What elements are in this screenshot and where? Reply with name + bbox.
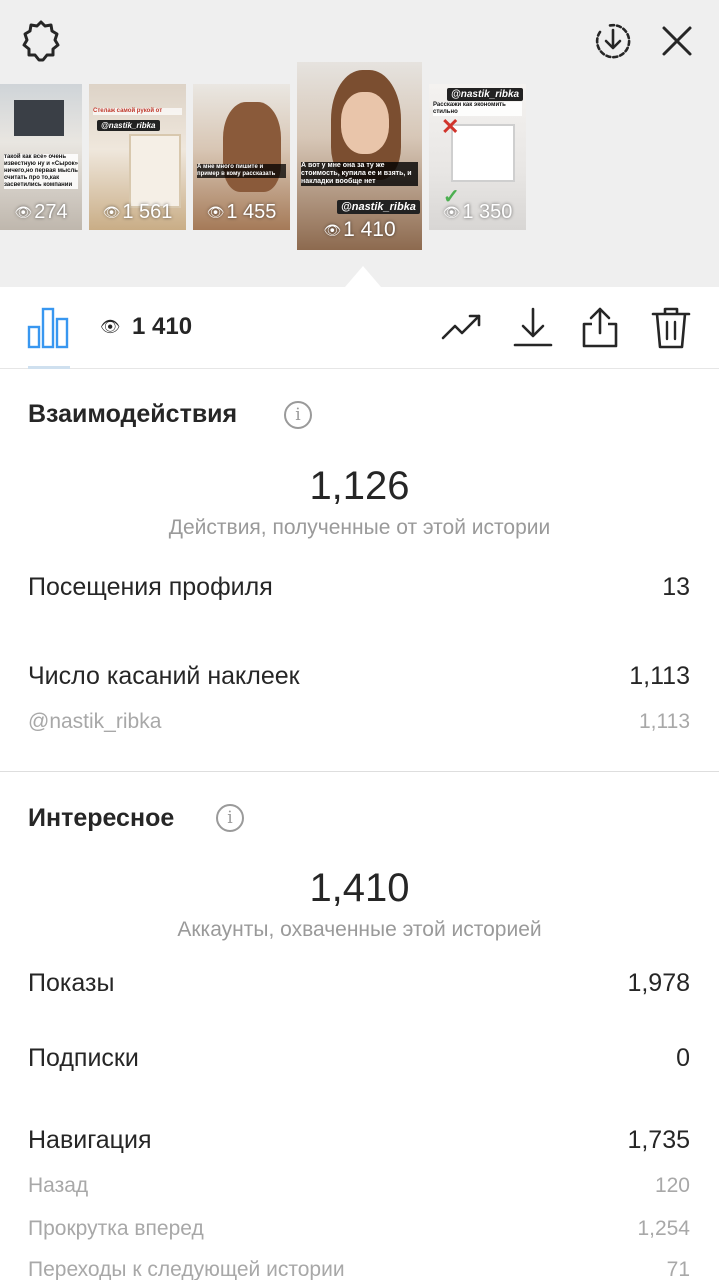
profile-visits-value: 13	[662, 573, 690, 601]
story-views-count: 1 410	[343, 218, 396, 241]
sticker-taps-label: Число касаний наклеек	[28, 662, 300, 690]
impressions-value: 1,978	[627, 969, 690, 997]
trash-icon[interactable]	[649, 305, 693, 349]
save-story-button[interactable]	[588, 16, 638, 66]
mention-tag: @nastik_ribka	[337, 200, 420, 214]
story-views-count: 1 455	[226, 201, 277, 223]
trend-icon[interactable]	[440, 305, 484, 349]
reach-total: 1,410	[309, 866, 410, 910]
reach-label: Аккаунты, охваченные этой историей	[177, 918, 542, 941]
eye-icon: 👁	[442, 204, 461, 220]
story-thumbnails: такой как все» очень известную ну и «Сыр…	[0, 62, 719, 252]
gear-icon	[22, 20, 60, 62]
navigation-label: Навигация	[28, 1126, 152, 1154]
story-caption: такой как все» очень известную ну и «Сыр…	[4, 154, 79, 189]
story-caption: А мне много пишите и пример в кому расск…	[197, 164, 286, 178]
eye-icon: 👁	[100, 319, 121, 336]
mention-tag: @nastik_ribka	[97, 120, 160, 131]
discovery-title: Интересное	[28, 804, 175, 832]
story-views: 👁 1 410	[297, 218, 422, 242]
eye-icon: 👁	[323, 221, 342, 238]
story-strip: такой как все» очень известную ну и «Сыр…	[0, 0, 719, 287]
story-views-count: 1 561	[122, 201, 173, 223]
story-views-count: 1 350	[462, 201, 513, 223]
share-icon[interactable]	[578, 305, 622, 349]
next-story-label: Переходы к следующей истории	[28, 1258, 345, 1280]
eye-icon: 👁	[206, 204, 225, 220]
story-thumbnail[interactable]: Стелаж самой рукой от @nastik_ribka 👁 1 5…	[89, 84, 186, 230]
sticker-taps-value: 1,113	[629, 662, 690, 690]
back-label: Назад	[28, 1174, 89, 1197]
story-thumbnail[interactable]: @nastik_ribka Расскажи как экономить сти…	[429, 84, 526, 230]
shelf-image	[451, 124, 515, 182]
mention-tag: @nastik_ribka	[447, 88, 524, 101]
interactions-total: 1,126	[309, 464, 410, 508]
sticker-handle-value: 1,113	[639, 710, 690, 733]
settings-button[interactable]	[16, 16, 66, 66]
active-tab-indicator	[28, 366, 70, 369]
sticker-handle-label[interactable]: @nastik_ribka	[28, 710, 161, 734]
story-views-count: 274	[34, 201, 68, 223]
navigation-value: 1,735	[627, 1126, 690, 1154]
forward-label: Прокрутка вперед	[28, 1217, 204, 1240]
info-icon[interactable]: i	[216, 804, 244, 832]
profile-visits-label: Посещения профиля	[28, 573, 273, 601]
story-thumbnail[interactable]: такой как все» очень известную ну и «Сыр…	[0, 84, 82, 230]
download-circle-icon	[595, 23, 631, 59]
story-views: 👁 1 350	[429, 201, 526, 224]
person-image	[223, 102, 281, 192]
story-views: 👁 1 455	[193, 201, 290, 224]
story-views: 👁 274	[0, 201, 82, 224]
close-icon	[662, 26, 692, 56]
back-value: 120	[654, 1174, 690, 1197]
views-count: 1 410	[132, 313, 193, 340]
product-box-image	[14, 100, 64, 136]
follows-label: Подписки	[28, 1044, 139, 1072]
bar-chart-icon[interactable]	[26, 305, 70, 349]
interactions-total-label: Действия, полученные от этой истории	[168, 516, 551, 539]
story-thumbnail[interactable]: А мне много пишите и пример в кому расск…	[193, 84, 290, 230]
close-button[interactable]	[652, 16, 702, 66]
next-story-value: 71	[666, 1258, 690, 1280]
eye-icon: 👁	[14, 204, 33, 220]
face-image	[341, 92, 389, 154]
info-icon[interactable]: i	[284, 401, 312, 429]
impressions-label: Показы	[28, 969, 115, 997]
eye-icon: 👁	[102, 204, 121, 220]
story-thumbnail-selected[interactable]: А вот у мне она за ту же стоимость, купи…	[297, 62, 422, 250]
forward-value: 1,254	[637, 1217, 690, 1240]
insights-toolbar: 👁 1 410	[0, 287, 719, 369]
story-caption: Стелаж самой рукой от	[93, 108, 182, 115]
follows-value: 0	[676, 1044, 690, 1072]
selection-pointer	[345, 266, 381, 287]
interactions-title: Взаимодействия	[28, 400, 238, 428]
story-views: 👁 1 561	[89, 201, 186, 224]
cross-mark: ✕	[441, 114, 460, 139]
shelf-image	[129, 134, 181, 208]
story-caption: А вот у мне она за ту же стоимость, купи…	[301, 162, 418, 186]
section-divider	[0, 771, 719, 772]
download-icon[interactable]	[511, 305, 555, 349]
